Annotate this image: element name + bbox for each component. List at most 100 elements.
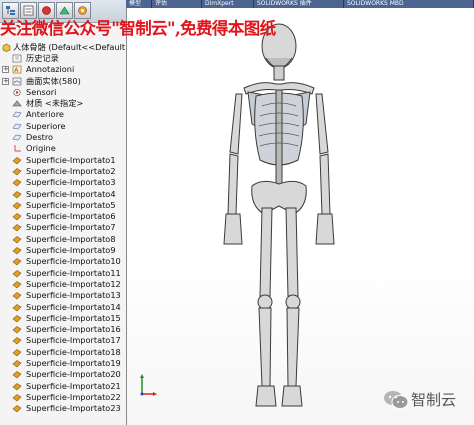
tree-item-label: Superiore <box>26 120 66 131</box>
surface-icon <box>12 370 22 379</box>
surface-icon <box>12 178 22 187</box>
plane-icon <box>12 122 22 131</box>
tree-item-label: Superficie-Importato20 <box>26 369 121 380</box>
surface-icon <box>12 190 22 199</box>
tree-item-label: Superficie-Importato1 <box>26 154 116 165</box>
surface-icon <box>12 382 22 391</box>
tree-item-label: Superficie-Importato21 <box>26 380 121 391</box>
feature-tree: 历史记录 + A Annotazioni + 曲面实体(580) Sensori 材质 <未指… <box>0 53 126 415</box>
tree-item[interactable]: Superficie-Importato4 <box>0 189 126 200</box>
tree-item-label: Superficie-Importato3 <box>26 177 116 188</box>
display-icon <box>78 6 87 15</box>
tree-item-label: Superficie-Importato14 <box>26 301 121 312</box>
plane-icon <box>12 110 22 119</box>
tree-item[interactable]: Superficie-Importato11 <box>0 268 126 279</box>
surface-icon <box>12 269 22 278</box>
tree-item-label: Superficie-Importato11 <box>26 267 121 278</box>
tree-item-label: Superficie-Importato15 <box>26 312 121 323</box>
tree-item[interactable]: Superficie-Importato17 <box>0 335 126 346</box>
tree-root-label: 人体骨骼 (Default<<Default <box>13 42 126 52</box>
history-icon <box>12 54 22 63</box>
surface-icon <box>12 201 22 210</box>
tree-item[interactable]: Superficie-Importato13 <box>0 290 126 301</box>
tree-item-label: Superficie-Importato22 <box>26 391 121 402</box>
tree-item[interactable]: Superficie-Importato19 <box>0 358 126 369</box>
tree-item[interactable]: + A Annotazioni <box>0 64 126 75</box>
surface-icon <box>12 280 22 289</box>
tree-item[interactable]: 历史记录 <box>0 53 126 64</box>
surface-bodies-icon <box>12 77 22 86</box>
tree-item-label: Sensori <box>26 86 57 97</box>
tree-item-label: 曲面实体(580) <box>26 75 81 86</box>
surface-icon <box>12 291 22 300</box>
tree-item-label: Superficie-Importato12 <box>26 278 121 289</box>
tree-item-label: Superficie-Importato2 <box>26 165 116 176</box>
tree-item[interactable]: Superficie-Importato3 <box>0 177 126 188</box>
tree-item[interactable]: Superficie-Importato9 <box>0 245 126 256</box>
tab-model[interactable]: 模型 <box>126 0 152 8</box>
tree-item-label: 材质 <未指定> <box>26 98 84 109</box>
tree-item[interactable]: Destro <box>0 132 126 143</box>
tree-item[interactable]: Superficie-Importato18 <box>0 347 126 358</box>
tree-item[interactable]: Superficie-Importato15 <box>0 313 126 324</box>
display-manager-tab[interactable] <box>74 2 91 19</box>
surface-icon <box>12 167 22 176</box>
tree-item[interactable]: Superficie-Importato14 <box>0 302 126 313</box>
surface-icon <box>12 393 22 402</box>
tab-mbd[interactable]: SOLIDWORKS MBD <box>344 0 474 8</box>
expand-icon[interactable]: + <box>2 66 9 74</box>
tree-item[interactable]: 材质 <未指定> <box>0 98 126 109</box>
tree-item-label: Superficie-Importato16 <box>26 324 121 335</box>
surface-icon <box>12 212 22 221</box>
tab-dimxpert[interactable]: DimXpert <box>202 0 254 8</box>
expand-icon[interactable]: + <box>2 77 9 85</box>
tree-item[interactable]: Superiore <box>0 121 126 132</box>
tab-evaluate[interactable]: 评估 <box>152 0 202 8</box>
property-manager-tab[interactable] <box>20 2 37 19</box>
watermark-banner: 关注微信公众号"智制云",免费得本图纸 <box>0 19 276 38</box>
property-icon <box>23 5 34 16</box>
tree-item-label: Superficie-Importato18 <box>26 346 121 357</box>
tree-item[interactable]: Superficie-Importato2 <box>0 166 126 177</box>
tree-item-label: Superficie-Importato10 <box>26 256 121 267</box>
sensor-icon <box>12 88 22 97</box>
plane-icon <box>12 133 22 142</box>
tree-item[interactable]: Sensori <box>0 87 126 98</box>
tree-item[interactable]: Superficie-Importato5 <box>0 200 126 211</box>
tree-item-label: Destro <box>26 132 54 143</box>
feature-manager-panel: 人体骨骼 (Default<<Default 历史记录 + A Annotazioni… <box>0 0 127 425</box>
surface-icon <box>12 257 22 266</box>
surface-icon <box>12 156 22 165</box>
tree-item[interactable]: Superficie-Importato7 <box>0 222 126 233</box>
tree-item[interactable]: Superficie-Importato20 <box>0 369 126 380</box>
surface-icon <box>12 314 22 323</box>
dimxpert-tab[interactable] <box>56 2 73 19</box>
material-icon <box>12 99 22 108</box>
tab-addins[interactable]: SOLIDWORKS 插件 <box>254 0 344 8</box>
tree-item-label: Superficie-Importato19 <box>26 358 121 369</box>
tree-item-label: Superficie-Importato7 <box>26 222 116 233</box>
graphics-viewport[interactable] <box>127 8 474 425</box>
config-icon <box>42 6 51 15</box>
tree-root[interactable]: 人体骨骼 (Default<<Default <box>0 42 126 53</box>
tree-item[interactable]: Superficie-Importato21 <box>0 381 126 392</box>
config-manager-tab[interactable] <box>38 2 55 19</box>
tree-item[interactable]: Superficie-Importato23 <box>0 403 126 414</box>
tree-item[interactable]: + 曲面实体(580) <box>0 76 126 87</box>
surface-icon <box>12 336 22 345</box>
origin-icon <box>12 144 22 153</box>
tree-item[interactable]: Superficie-Importato10 <box>0 256 126 267</box>
command-tab-bar: 模型 评估 DimXpert SOLIDWORKS 插件 SOLIDWORKS … <box>126 0 474 8</box>
tree-item[interactable]: Superficie-Importato12 <box>0 279 126 290</box>
feature-tree-tab[interactable] <box>2 2 19 19</box>
wechat-label: 智制云 <box>411 391 457 409</box>
annotation-icon: A <box>12 65 22 74</box>
tree-item[interactable]: Origine <box>0 143 126 154</box>
tree-item[interactable]: Superficie-Importato16 <box>0 324 126 335</box>
tree-item[interactable]: Superficie-Importato8 <box>0 234 126 245</box>
tree-item[interactable]: Superficie-Importato6 <box>0 211 126 222</box>
dimxpert-icon <box>59 6 70 15</box>
tree-item[interactable]: Superficie-Importato1 <box>0 155 126 166</box>
tree-item[interactable]: Superficie-Importato22 <box>0 392 126 403</box>
tree-item[interactable]: Anteriore <box>0 109 126 120</box>
